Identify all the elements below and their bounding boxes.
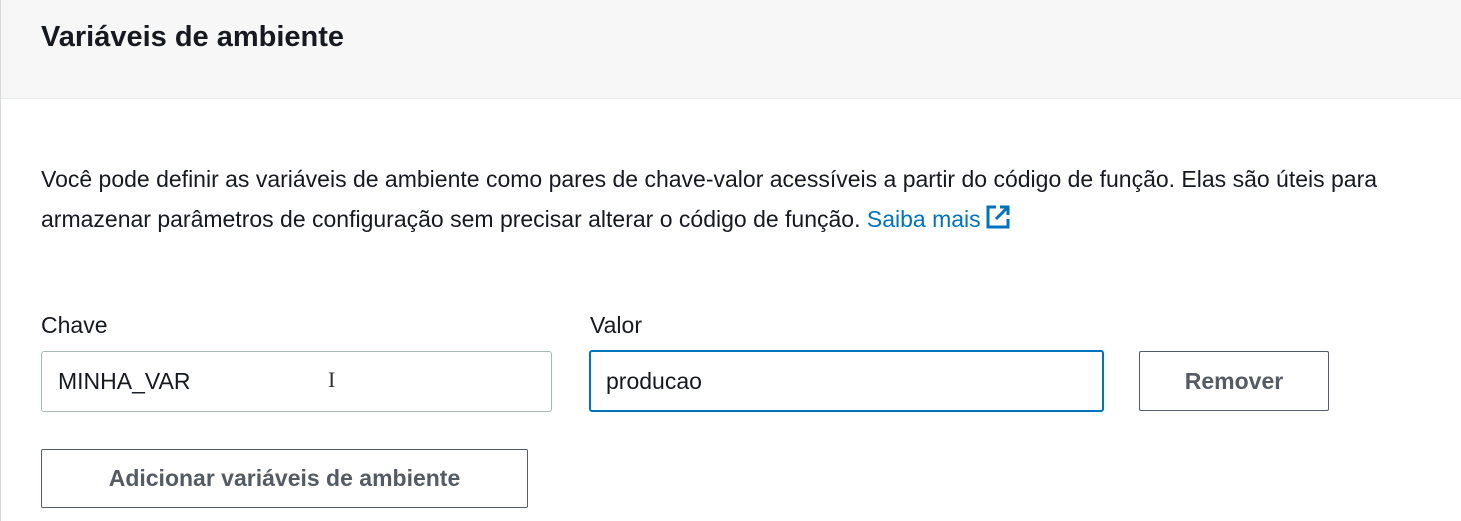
remove-button[interactable]: Remover (1139, 351, 1329, 411)
learn-more-label: Saiba mais (866, 206, 981, 232)
key-label: Chave (41, 312, 108, 338)
section-description: Você pode definir as variáveis de ambien… (41, 159, 1451, 242)
add-environment-variable-button[interactable]: Adicionar variáveis de ambiente (41, 449, 528, 508)
value-label: Valor (590, 312, 642, 338)
key-input[interactable] (41, 351, 552, 412)
panel-header: Variáveis de ambiente (1, 0, 1461, 99)
external-link-icon (985, 202, 1011, 242)
environment-variables-panel: Variáveis de ambiente Você pode definir … (0, 0, 1461, 521)
value-input[interactable] (589, 350, 1104, 412)
section-title: Variáveis de ambiente (41, 21, 345, 53)
description-text: Você pode definir as variáveis de ambien… (41, 166, 1378, 232)
learn-more-link[interactable]: Saiba mais (866, 205, 1011, 232)
